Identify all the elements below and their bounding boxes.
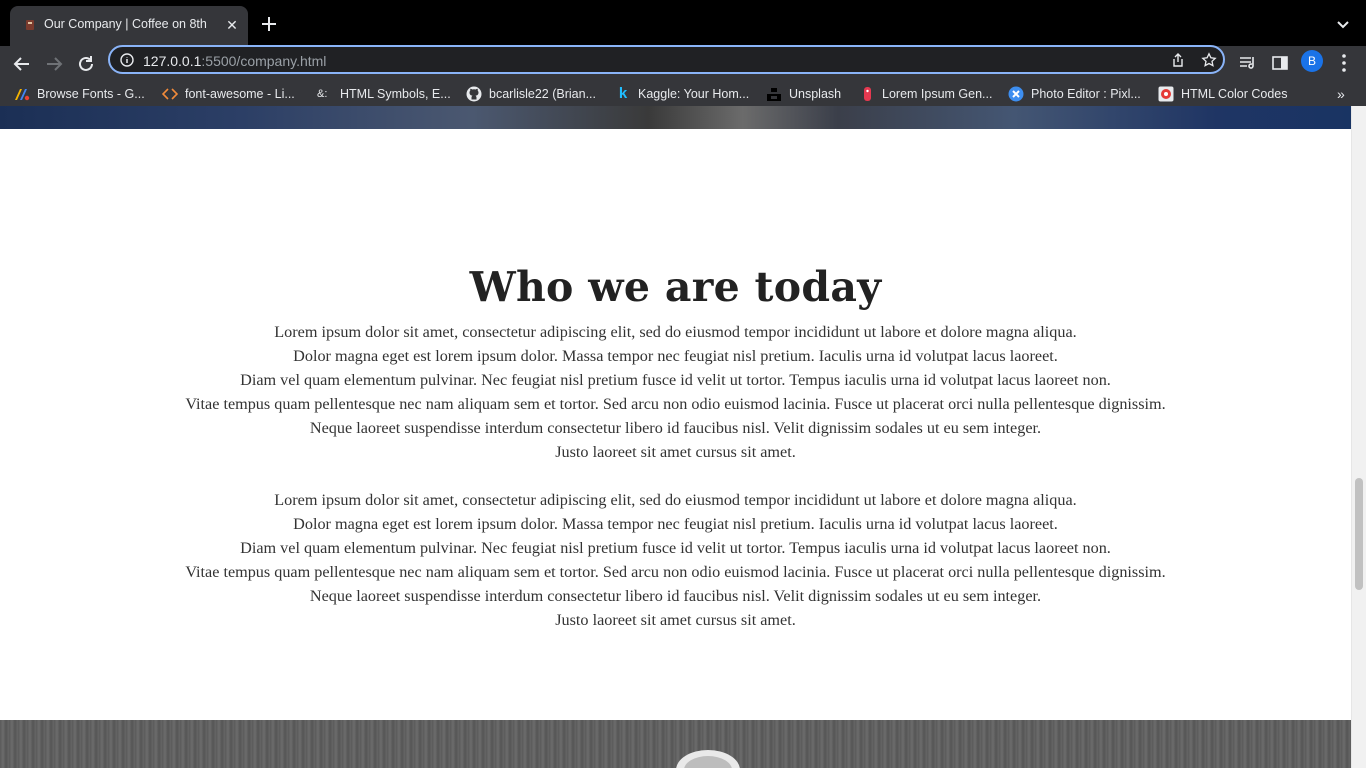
bookmarks-bar: Browse Fonts - G... font-awesome - Li...… (0, 82, 1366, 106)
active-tab[interactable]: Our Company | Coffee on 8th ✕ (10, 6, 248, 46)
bookmark-item[interactable]: Unsplash (766, 85, 841, 103)
bookmark-item[interactable]: Browse Fonts - G... (14, 85, 145, 103)
text-line: Neque laoreet suspendisse interdum conse… (309, 419, 1042, 437)
reload-icon[interactable] (73, 51, 99, 77)
chevron-down-icon[interactable] (1334, 15, 1352, 33)
url-text[interactable]: 127.0.0.1:5500/company.html (143, 53, 326, 69)
side-panel-icon[interactable] (1270, 53, 1290, 73)
coffee-favicon-icon (26, 20, 34, 30)
profile-avatar[interactable]: B (1301, 50, 1323, 72)
text-line: Vitae tempus quam pellentesque nec nam a… (185, 395, 1166, 413)
more-menu-icon[interactable] (1335, 52, 1353, 74)
media-playlist-icon[interactable] (1238, 53, 1258, 73)
unsplash-icon (767, 88, 781, 101)
browser-toolbar: 127.0.0.1:5500/company.html B (0, 45, 1366, 82)
section-heading: Who we are today (469, 263, 882, 311)
text-line: Neque laoreet suspendisse interdum conse… (309, 587, 1042, 605)
hero-image-bottom (0, 720, 1351, 768)
bookmark-item[interactable]: Lorem Ipsum Gen... (859, 85, 992, 103)
text-line: Justo laoreet sit amet cursus sit amet. (555, 443, 796, 461)
page-viewport: Who we are today Lorem ipsum dolor sit a… (0, 106, 1351, 768)
scrollbar-thumb[interactable] (1355, 478, 1363, 590)
text-line: Dolor magna eget est lorem ipsum dolor. … (293, 347, 1058, 365)
ampersand-icon: &: (317, 88, 328, 100)
pixlr-icon (1008, 86, 1024, 102)
text-line: Justo laoreet sit amet cursus sit amet. (555, 611, 796, 629)
text-line: Lorem ipsum dolor sit amet, consectetur … (274, 491, 1077, 509)
bookmark-item[interactable]: bcarlisle22 (Brian... (466, 85, 596, 103)
text-line: Dolor magna eget est lorem ipsum dolor. … (293, 515, 1058, 533)
share-icon[interactable] (1170, 52, 1186, 68)
bookmark-item[interactable]: Photo Editor : Pixl... (1008, 85, 1141, 103)
site-info-icon[interactable] (120, 53, 134, 67)
text-line: Vitae tempus quam pellentesque nec nam a… (185, 563, 1166, 581)
back-arrow-icon[interactable] (9, 51, 35, 77)
text-line: Diam vel quam elementum pulvinar. Nec fe… (240, 371, 1111, 389)
forward-arrow-icon[interactable] (41, 51, 67, 77)
new-tab-icon[interactable] (259, 14, 279, 34)
tab-strip: Our Company | Coffee on 8th ✕ (0, 0, 1366, 46)
text-line: Diam vel quam elementum pulvinar. Nec fe… (240, 539, 1111, 557)
portrait-photo-icon (676, 750, 740, 768)
text-line: Lorem ipsum dolor sit amet, consectetur … (274, 323, 1077, 341)
paragraph-1: Lorem ipsum dolor sit amet, consectetur … (0, 320, 1351, 464)
page-scrollbar[interactable] (1351, 106, 1366, 768)
bookmark-item[interactable]: k Kaggle: Your Hom... (615, 85, 749, 103)
address-bar[interactable]: 127.0.0.1:5500/company.html (108, 45, 1225, 74)
close-icon[interactable]: ✕ (224, 17, 240, 33)
paragraph-2: Lorem ipsum dolor sit amet, consectetur … (0, 488, 1351, 632)
lorem-ipsum-icon (864, 87, 871, 101)
bookmark-item[interactable]: font-awesome - Li... (162, 85, 295, 103)
google-fonts-icon (15, 89, 30, 101)
tab-title: Our Company | Coffee on 8th (44, 17, 207, 31)
bookmark-item[interactable]: HTML Color Codes (1158, 85, 1288, 103)
bookmark-star-icon[interactable] (1201, 52, 1217, 68)
bookmark-item[interactable]: &: HTML Symbols, E... (317, 85, 451, 103)
code-icon (162, 88, 178, 100)
bookmarks-overflow-button[interactable]: » (1337, 85, 1345, 103)
github-icon (466, 86, 482, 102)
kaggle-icon: k (618, 85, 628, 102)
color-codes-icon (1158, 86, 1174, 102)
hero-image-top (0, 106, 1351, 129)
